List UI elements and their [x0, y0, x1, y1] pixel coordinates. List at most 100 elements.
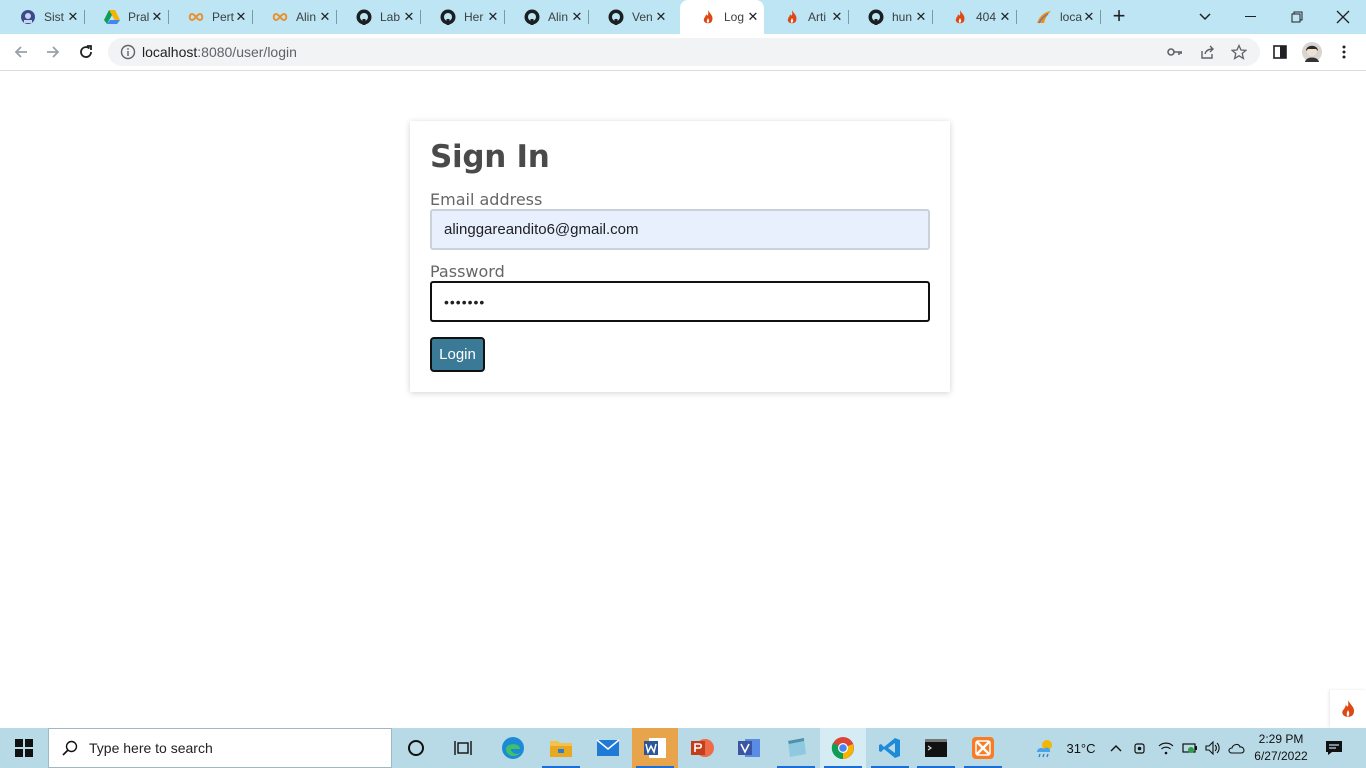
github-icon	[868, 9, 884, 25]
tab-1[interactable]: Sist ✕	[0, 0, 84, 34]
side-panel-icon[interactable]	[1270, 42, 1290, 62]
mail-icon	[596, 739, 620, 756]
tab-title: Ven	[632, 10, 653, 24]
tab-5[interactable]: Lab ✕	[336, 0, 420, 34]
tab-title: hun	[892, 10, 913, 24]
notification-center-icon[interactable]	[1320, 728, 1348, 768]
vscode-app[interactable]	[867, 728, 913, 768]
avatar[interactable]	[1302, 42, 1322, 62]
new-tab-button[interactable]: +	[1108, 5, 1130, 28]
url-text: localhost:8080/user/login	[142, 44, 297, 60]
share-icon[interactable]	[1198, 44, 1216, 60]
key-icon[interactable]	[1166, 44, 1184, 60]
word-app[interactable]	[632, 728, 678, 768]
chevron-up-icon[interactable]	[1106, 728, 1126, 768]
codeigniter-flame-icon	[700, 9, 716, 25]
file-explorer-app[interactable]	[538, 728, 584, 768]
tab-search-button[interactable]	[1182, 0, 1228, 34]
close-icon[interactable]: ✕	[914, 9, 928, 24]
xampp-app[interactable]	[960, 728, 1006, 768]
tab-2[interactable]: Pral ✕	[84, 0, 168, 34]
close-icon[interactable]: ✕	[150, 9, 164, 24]
github-icon	[524, 9, 540, 25]
cortana-button[interactable]	[393, 728, 439, 768]
email-label: Email address	[430, 190, 543, 209]
task-view-icon	[454, 741, 472, 755]
close-window-button[interactable]	[1320, 0, 1366, 34]
github-icon	[356, 9, 372, 25]
close-icon[interactable]: ✕	[66, 9, 80, 24]
start-button[interactable]	[0, 728, 48, 768]
url-path: :8080/user/login	[197, 44, 297, 60]
tab-9-active[interactable]: Log ✕	[680, 0, 764, 34]
restore-button[interactable]	[1274, 0, 1320, 34]
tab-separator	[1016, 10, 1017, 24]
edge-app[interactable]	[490, 728, 536, 768]
visio-app[interactable]	[726, 728, 772, 768]
tab-11[interactable]: hun ✕	[848, 0, 932, 34]
close-icon[interactable]: ✕	[830, 9, 844, 24]
reload-button[interactable]	[73, 39, 99, 65]
mail-app[interactable]	[585, 728, 631, 768]
meet-now-icon[interactable]	[1130, 728, 1150, 768]
search-placeholder: Type here to search	[89, 740, 213, 756]
close-icon[interactable]: ✕	[998, 9, 1012, 24]
tab-6[interactable]: Her ✕	[420, 0, 504, 34]
tab-13[interactable]: loca ✕	[1016, 0, 1100, 34]
tab-10[interactable]: Arti ✕	[764, 0, 848, 34]
tab-7[interactable]: Alin ✕	[504, 0, 588, 34]
tab-separator	[168, 10, 169, 24]
search-icon	[61, 739, 79, 757]
notepad-icon	[788, 738, 806, 757]
battery-icon[interactable]	[1179, 728, 1201, 768]
minimize-button[interactable]	[1228, 0, 1274, 34]
task-view-button[interactable]	[440, 728, 486, 768]
close-icon[interactable]: ✕	[402, 9, 416, 24]
system-clock[interactable]: 2:29 PM 6/27/2022	[1242, 731, 1320, 765]
codeigniter-flame-icon	[784, 9, 800, 25]
app-icon	[20, 9, 36, 25]
notepad-app[interactable]	[773, 728, 819, 768]
forward-button[interactable]	[40, 39, 66, 65]
bookmark-star-icon[interactable]	[1230, 44, 1248, 60]
infinity-icon	[188, 9, 204, 25]
tab-title: Pral	[128, 10, 150, 24]
tab-title: Her	[464, 10, 484, 24]
close-icon[interactable]: ✕	[234, 9, 248, 24]
windows-taskbar: Type here to search 31°C 2:29 PM 6/27/20…	[0, 728, 1366, 768]
browser-toolbar: localhost:8080/user/login	[0, 34, 1366, 71]
close-icon[interactable]: ✕	[486, 9, 500, 24]
tab-12[interactable]: 404 ✕	[932, 0, 1016, 34]
login-button[interactable]: Login	[430, 337, 485, 372]
address-bar[interactable]: localhost:8080/user/login	[108, 38, 1260, 66]
arrow-left-icon	[14, 46, 27, 58]
email-field[interactable]: alinggareandito6@gmail.com	[430, 209, 930, 250]
url-host: localhost	[142, 44, 198, 60]
close-icon[interactable]: ✕	[570, 9, 584, 24]
temperature-text[interactable]: 31°C	[1061, 728, 1101, 768]
powerpoint-app[interactable]	[679, 728, 725, 768]
terminal-icon	[925, 739, 947, 757]
chevron-down-icon	[1199, 13, 1211, 21]
weather-icon[interactable]	[1030, 728, 1060, 768]
close-icon[interactable]: ✕	[654, 9, 668, 24]
tab-4[interactable]: Alin ✕	[252, 0, 336, 34]
volume-icon[interactable]	[1202, 728, 1224, 768]
close-icon[interactable]: ✕	[746, 9, 760, 24]
debug-toolbar-toggle[interactable]	[1330, 690, 1366, 728]
tab-8[interactable]: Ven ✕	[588, 0, 672, 34]
tab-3[interactable]: Pert ✕	[168, 0, 252, 34]
close-icon[interactable]: ✕	[1082, 9, 1096, 24]
wifi-icon[interactable]	[1155, 728, 1177, 768]
chrome-app[interactable]	[820, 728, 866, 768]
back-button[interactable]	[8, 39, 34, 65]
close-icon[interactable]: ✕	[318, 9, 332, 24]
menu-kebab-icon[interactable]	[1334, 42, 1354, 62]
tab-title: Sist	[44, 10, 65, 24]
taskbar-search[interactable]: Type here to search	[48, 728, 392, 768]
github-icon	[608, 9, 624, 25]
info-icon[interactable]	[120, 44, 136, 60]
terminal-app[interactable]	[913, 728, 959, 768]
restore-icon	[1291, 11, 1303, 23]
password-field[interactable]: •••••••	[430, 281, 930, 322]
